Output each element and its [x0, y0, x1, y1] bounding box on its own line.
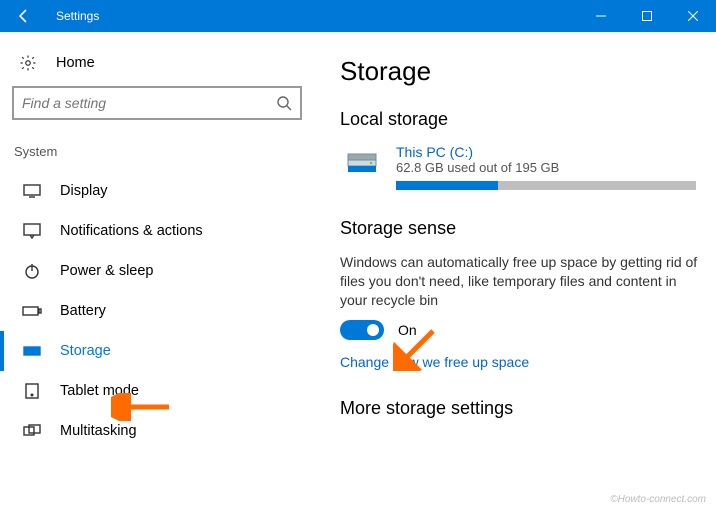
multitasking-icon: [22, 424, 42, 438]
power-icon: [22, 263, 42, 279]
sidebar-section-label: System: [0, 140, 320, 171]
drive-name: This PC (C:): [396, 144, 706, 160]
toggle-state-label: On: [398, 322, 417, 338]
close-button[interactable]: [670, 0, 716, 32]
search-icon: [276, 95, 292, 111]
notifications-icon: [22, 223, 42, 239]
sidebar-item-notifications[interactable]: Notifications & actions: [0, 211, 320, 251]
title-bar: Settings: [0, 0, 716, 32]
sidebar-item-label: Multitasking: [60, 423, 137, 439]
storage-sense-toggle[interactable]: [340, 320, 384, 340]
back-button[interactable]: [0, 0, 48, 32]
storage-icon: [22, 346, 42, 356]
sidebar: Home System Display Notifications & acti…: [0, 32, 320, 511]
main-content: Storage Local storage This PC (C:) 62.8 …: [320, 32, 716, 511]
sidebar-item-power[interactable]: Power & sleep: [0, 251, 320, 291]
sidebar-item-label: Notifications & actions: [60, 223, 203, 239]
storage-sense-heading: Storage sense: [340, 218, 706, 239]
watermark: ©Howto-connect.com: [610, 494, 706, 505]
window-title: Settings: [48, 9, 578, 23]
sidebar-item-label: Storage: [60, 343, 111, 359]
drive-row[interactable]: This PC (C:) 62.8 GB used out of 195 GB: [340, 144, 706, 190]
page-title: Storage: [340, 56, 706, 87]
tablet-icon: [22, 383, 42, 399]
sidebar-item-storage[interactable]: Storage: [0, 331, 320, 371]
sidebar-item-multitasking[interactable]: Multitasking: [0, 411, 320, 451]
home-label: Home: [56, 55, 95, 71]
drive-icon: [340, 144, 396, 185]
storage-sense-description: Windows can automatically free up space …: [340, 253, 706, 310]
drive-usage-bar: [396, 181, 696, 190]
minimize-button[interactable]: [578, 0, 624, 32]
search-box[interactable]: [12, 86, 302, 120]
change-free-up-link[interactable]: Change how we free up space: [340, 354, 706, 370]
drive-usage: 62.8 GB used out of 195 GB: [396, 160, 706, 175]
sidebar-item-battery[interactable]: Battery: [0, 291, 320, 331]
battery-icon: [22, 305, 42, 317]
search-input[interactable]: [22, 95, 276, 111]
sidebar-item-label: Tablet mode: [60, 383, 139, 399]
sidebar-item-tablet[interactable]: Tablet mode: [0, 371, 320, 411]
display-icon: [22, 184, 42, 198]
sidebar-item-label: Display: [60, 183, 108, 199]
local-storage-heading: Local storage: [340, 109, 706, 130]
more-storage-heading: More storage settings: [340, 398, 706, 419]
sidebar-item-display[interactable]: Display: [0, 171, 320, 211]
gear-icon: [18, 54, 38, 72]
maximize-button[interactable]: [624, 0, 670, 32]
sidebar-home[interactable]: Home: [0, 50, 320, 86]
sidebar-item-label: Battery: [60, 303, 106, 319]
sidebar-item-label: Power & sleep: [60, 263, 154, 279]
